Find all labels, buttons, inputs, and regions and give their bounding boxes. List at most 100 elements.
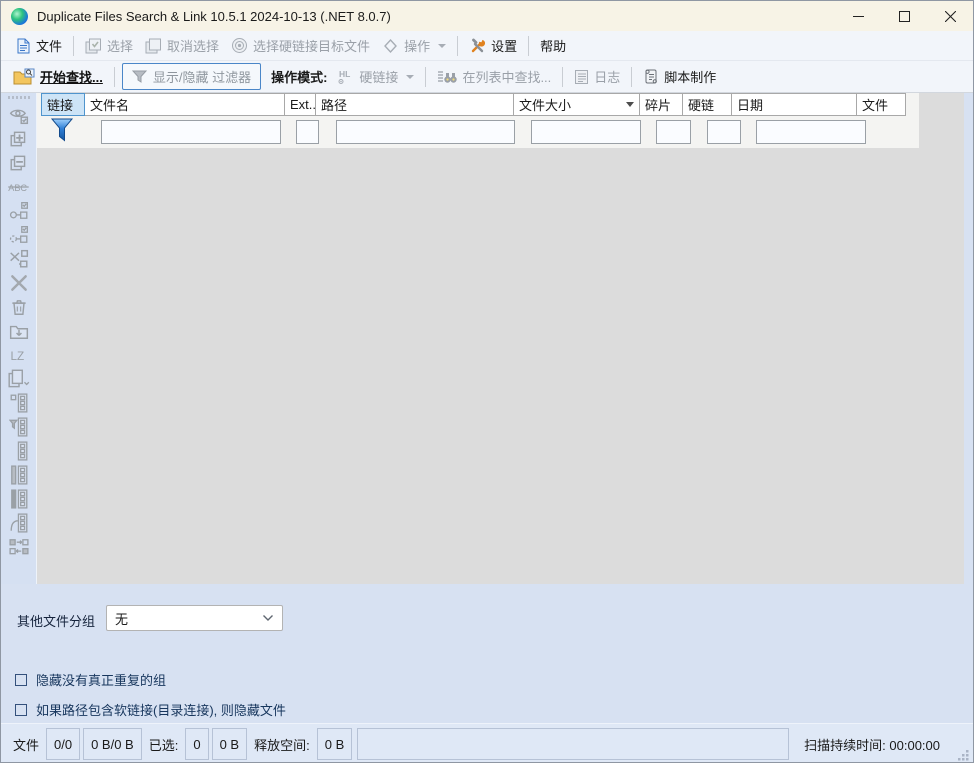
filter-date-input[interactable] — [756, 120, 866, 144]
close-button[interactable] — [927, 1, 973, 31]
hardlink-bar2-icon[interactable] — [7, 487, 31, 511]
maximize-icon — [899, 11, 910, 22]
column-header-file[interactable]: 文件 — [856, 93, 906, 116]
scripting-label: 脚本制作 — [664, 67, 716, 86]
deselect-icon — [145, 38, 162, 54]
menu-file-label: 文件 — [36, 36, 62, 55]
settings-icon — [469, 37, 486, 54]
chevron-down-icon — [406, 75, 414, 79]
column-header-fragments[interactable]: 碎片 — [639, 93, 683, 116]
column-header-date[interactable]: 日期 — [731, 93, 857, 116]
hardlink-bar-icon[interactable] — [7, 463, 31, 487]
grouping-value: 无 — [115, 609, 128, 628]
remove-selection-icon[interactable] — [7, 151, 31, 175]
lz-compress-icon[interactable]: LZ — [7, 343, 31, 367]
option-hide-non-duplicate-groups[interactable]: 隐藏没有真正重复的组 — [15, 670, 166, 689]
menu-select-hardlink-targets-label: 选择硬链接目标文件 — [253, 36, 370, 55]
find-in-list-button[interactable]: 在列表中查找... — [431, 64, 557, 89]
script-scroll-icon — [643, 68, 659, 85]
menu-select-hardlink-targets[interactable]: 选择硬链接目标文件 — [225, 33, 376, 58]
results-table-header-zone: 链接 文件名 Ext... 路径 文件大小 碎片 硬链 日期 文件 — [37, 93, 919, 148]
grouping-select[interactable]: 无 — [106, 605, 283, 631]
main-toolbar: 文件 选择 取消选择 选择硬链接目标文件 操作 设置 帮助 — [1, 31, 973, 61]
maximize-button[interactable] — [881, 1, 927, 31]
toggle-filter-label: 显示/隐藏 过滤器 — [153, 67, 251, 86]
delete-files-icon[interactable] — [7, 271, 31, 295]
file-doc-icon — [15, 38, 31, 54]
hardlink-filter-icon[interactable] — [7, 415, 31, 439]
hl-badge-icon: HL — [337, 68, 354, 85]
filter-fragments-input[interactable] — [656, 120, 691, 144]
chevron-down-icon — [438, 44, 446, 48]
find-in-list-label: 在列表中查找... — [462, 67, 551, 86]
toolbar-grip[interactable] — [8, 96, 30, 99]
column-header-row: 链接 文件名 Ext... 路径 文件大小 碎片 硬链 日期 文件 — [41, 93, 905, 116]
find-in-list-icon — [437, 69, 457, 85]
hardlink-plain-icon[interactable] — [7, 439, 31, 463]
hardlink-new-icon[interactable] — [7, 391, 31, 415]
menu-file[interactable]: 文件 — [9, 33, 68, 58]
column-header-ext[interactable]: Ext... — [284, 93, 316, 116]
filter-path-input[interactable] — [336, 120, 515, 144]
menu-select-label: 选择 — [107, 36, 133, 55]
select-link-check-icon[interactable] — [7, 199, 31, 223]
progress-bar — [357, 728, 789, 760]
option-hide-softlink-paths[interactable]: 如果路径包含软链接(目录连接), 则隐藏文件 — [15, 700, 286, 719]
hardlink-curve-icon[interactable] — [7, 511, 31, 535]
selected-label: 已选: — [145, 735, 183, 754]
rename-abc-icon[interactable]: ABC — [7, 175, 31, 199]
search-toolbar: 开始查找... 显示/隐藏 过滤器 操作模式: HL 硬链接 在列表中查找...… — [1, 61, 973, 93]
mode-hardlink-dropdown[interactable]: HL 硬链接 — [331, 64, 420, 89]
chevron-down-icon — [262, 614, 274, 622]
minimize-button[interactable] — [835, 1, 881, 31]
scripting-button[interactable]: 脚本制作 — [637, 64, 722, 89]
copy-files-icon[interactable] — [7, 367, 31, 391]
menu-deselect[interactable]: 取消选择 — [139, 33, 225, 58]
left-tool-strip: ABC LZ — [1, 93, 37, 584]
filter-ext-input[interactable] — [296, 120, 319, 144]
add-selection-icon[interactable] — [7, 127, 31, 151]
column-header-link[interactable]: 链接 — [41, 93, 85, 116]
separator — [457, 36, 458, 56]
toggle-filter-button[interactable]: 显示/隐藏 过滤器 — [122, 63, 261, 90]
eye-select-icon[interactable] — [7, 103, 31, 127]
move-files-icon[interactable] — [7, 319, 31, 343]
start-search-button[interactable]: 开始查找... — [7, 64, 109, 89]
close-icon — [945, 11, 956, 22]
actions-icon — [382, 38, 399, 54]
select-link-dot-icon[interactable] — [7, 223, 31, 247]
app-window: Duplicate Files Search & Link 10.5.1 202… — [0, 0, 974, 763]
checkbox-icon[interactable] — [15, 674, 27, 686]
sort-desc-icon — [626, 102, 634, 107]
column-header-hardlinks[interactable]: 硬链 — [682, 93, 732, 116]
funnel-icon — [132, 69, 147, 84]
separator — [425, 67, 426, 87]
recycle-bin-icon[interactable] — [7, 295, 31, 319]
column-header-filesize[interactable]: 文件大小 — [513, 93, 640, 116]
checkbox-icon[interactable] — [15, 704, 27, 716]
log-button[interactable]: 日志 — [568, 64, 626, 89]
minimize-icon — [853, 11, 864, 22]
free-space-label: 释放空间: — [250, 735, 314, 754]
window-title: Duplicate Files Search & Link 10.5.1 202… — [37, 9, 391, 24]
filter-filesize-input[interactable] — [531, 120, 641, 144]
column-header-path[interactable]: 路径 — [315, 93, 514, 116]
column-header-filename[interactable]: 文件名 — [84, 93, 285, 116]
filter-funnel-icon — [50, 117, 74, 147]
menu-help[interactable]: 帮助 — [534, 33, 572, 58]
svg-text:HL: HL — [339, 69, 350, 79]
status-bar: 文件 0/0 0 B/0 B 已选: 0 0 B 释放空间: 0 B 扫描持续时… — [1, 723, 974, 763]
free-space-box: 0 B — [317, 728, 353, 760]
cut-link-icon[interactable] — [7, 247, 31, 271]
menu-actions[interactable]: 操作 — [376, 33, 452, 58]
log-page-icon — [574, 69, 589, 85]
filter-filename-input[interactable] — [101, 120, 281, 144]
menu-settings[interactable]: 设置 — [463, 33, 523, 58]
filter-hardlinks-input[interactable] — [707, 120, 741, 144]
resize-grip[interactable] — [957, 749, 969, 761]
swap-links-icon[interactable] — [7, 535, 31, 559]
menu-select[interactable]: 选择 — [79, 33, 139, 58]
titlebar: Duplicate Files Search & Link 10.5.1 202… — [1, 1, 973, 31]
separator — [631, 67, 632, 87]
files-label: 文件 — [9, 735, 43, 754]
